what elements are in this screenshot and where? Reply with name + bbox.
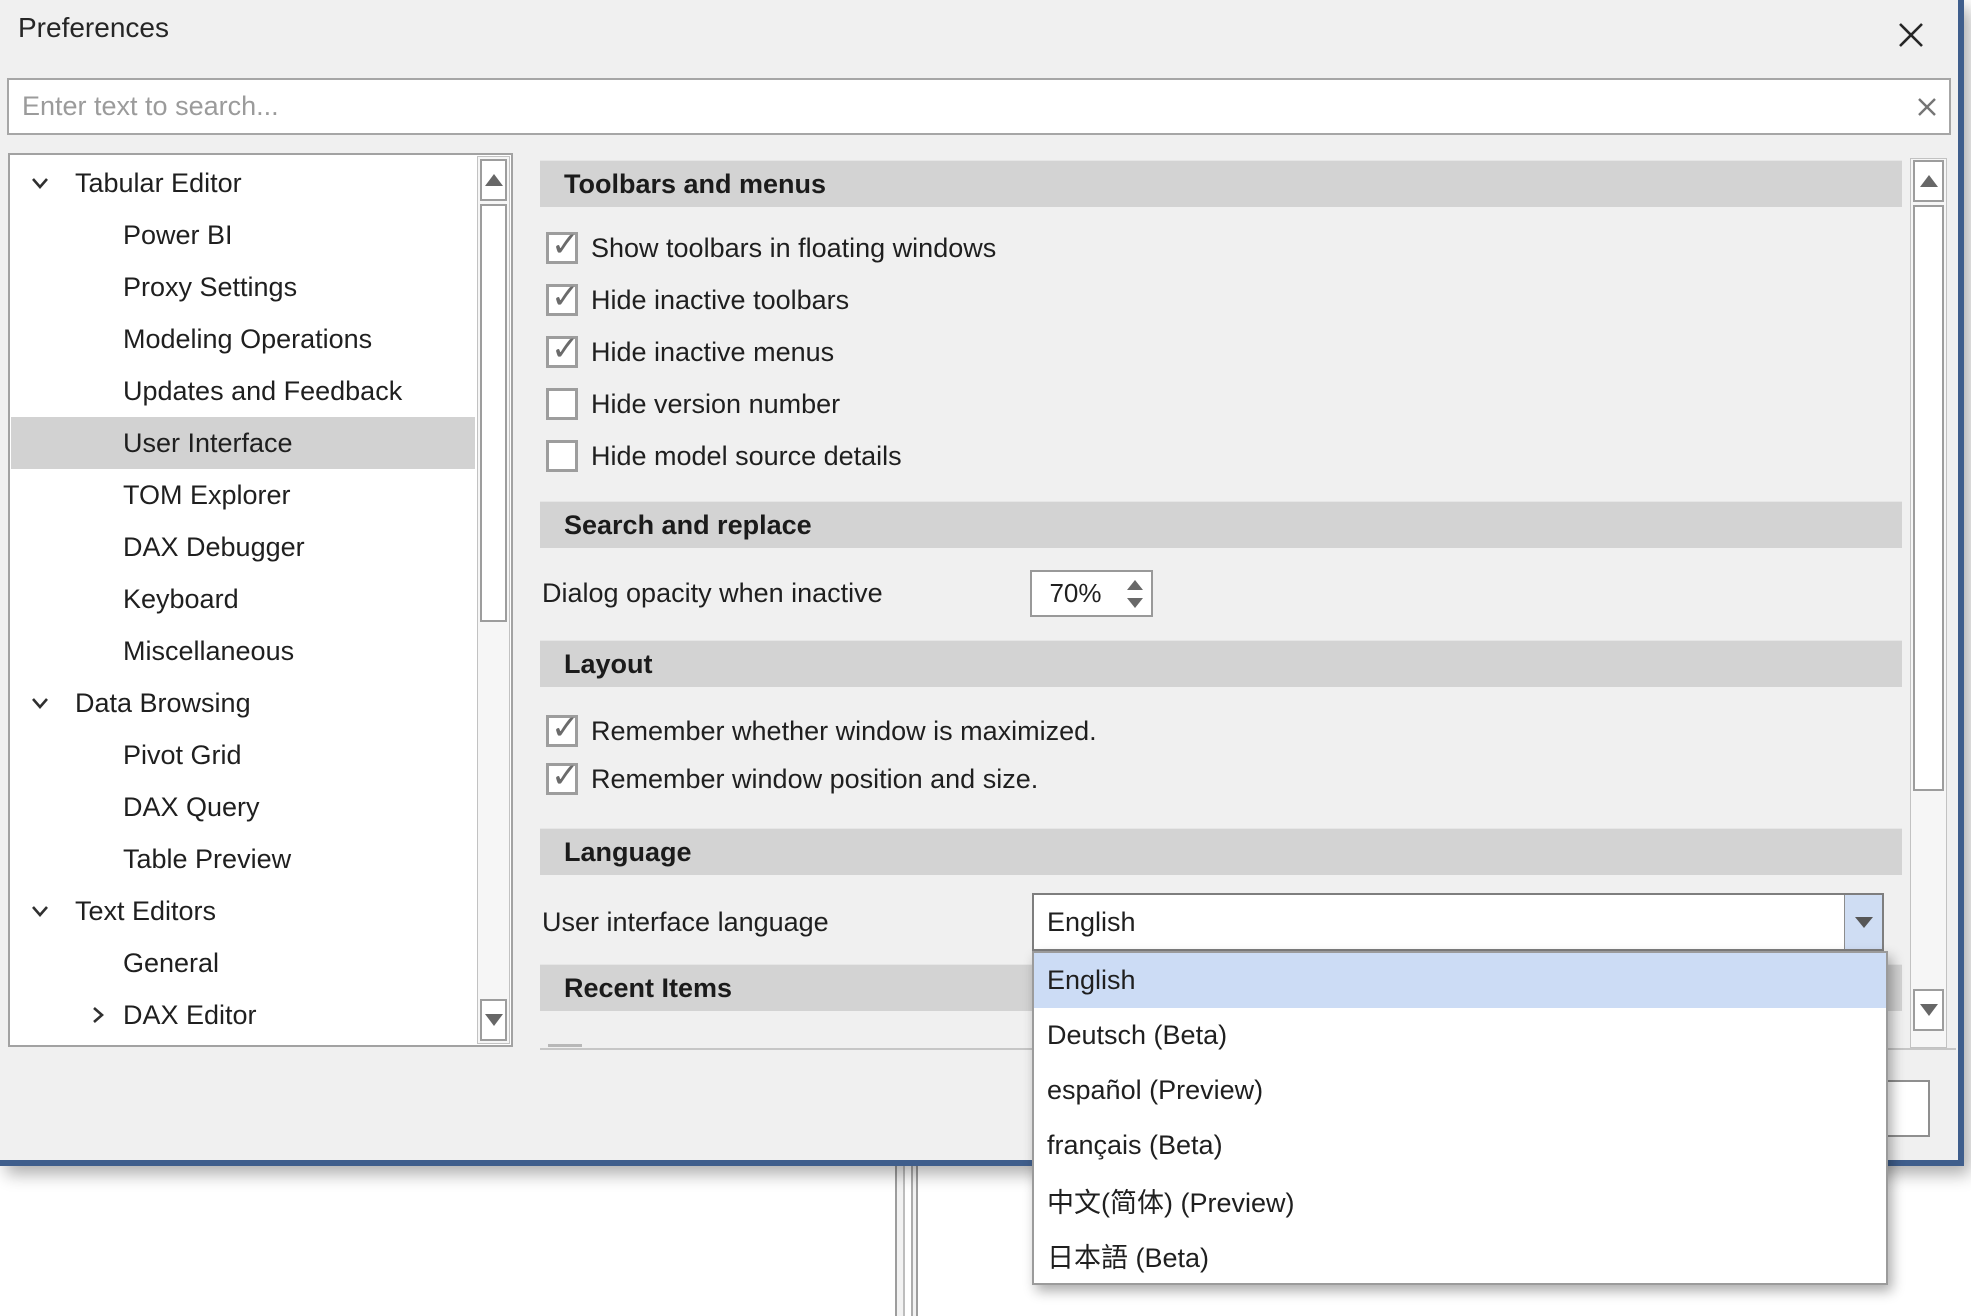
- settings-panel: Toolbars and menus Show toolbars in floa…: [540, 158, 1902, 1048]
- search-placeholder: Enter text to search...: [9, 91, 1905, 122]
- triangle-down-icon: [1920, 1004, 1938, 1016]
- scroll-down-button[interactable]: [1913, 989, 1944, 1031]
- checkbox-hide-model-source-details[interactable]: Hide model source details: [546, 430, 902, 482]
- tree-item-text-editors[interactable]: Text Editors: [11, 885, 475, 937]
- spinner-up-icon[interactable]: [1127, 580, 1143, 590]
- dropdown-item-japanese[interactable]: 日本語 (Beta): [1034, 1228, 1886, 1283]
- checkbox-checked-icon[interactable]: [546, 763, 578, 795]
- section-header-language: Language: [540, 828, 1902, 875]
- tree-item-tom-explorer[interactable]: TOM Explorer: [11, 469, 475, 521]
- ui-language-label: User interface language: [542, 893, 829, 951]
- scroll-up-button[interactable]: [1913, 160, 1944, 202]
- dropdown-item-francais[interactable]: français (Beta): [1034, 1118, 1886, 1173]
- tree-item-dax-editor[interactable]: DAX Editor: [11, 989, 475, 1041]
- tree-item-pivot-grid[interactable]: Pivot Grid: [11, 729, 475, 781]
- page-title: Preferences: [18, 12, 169, 44]
- checkbox-checked-icon[interactable]: [546, 284, 578, 316]
- search-input[interactable]: Enter text to search...: [7, 78, 1951, 135]
- settings-tree: Tabular Editor Power BI Proxy Settings M…: [8, 153, 513, 1047]
- tree-item-general[interactable]: General: [11, 937, 475, 989]
- language-combobox[interactable]: English: [1032, 893, 1884, 951]
- section-header-toolbars-and-menus: Toolbars and menus: [540, 160, 1902, 207]
- chevron-right-icon[interactable]: [85, 1002, 111, 1028]
- opacity-spinner[interactable]: 70%: [1030, 570, 1153, 617]
- checkbox-show-toolbars-floating[interactable]: Show toolbars in floating windows: [546, 222, 996, 274]
- dropdown-item-english[interactable]: English: [1034, 953, 1886, 1008]
- checkbox-checked-icon[interactable]: [546, 715, 578, 747]
- scroll-down-button[interactable]: [480, 999, 507, 1041]
- checkbox-unchecked-icon[interactable]: [546, 388, 578, 420]
- checkbox-remember-position-size[interactable]: Remember window position and size.: [546, 753, 1038, 805]
- triangle-up-icon: [485, 174, 503, 186]
- tree-scrollbar[interactable]: [477, 156, 510, 1044]
- triangle-down-icon: [1855, 917, 1873, 928]
- tree-item-dax-debugger[interactable]: DAX Debugger: [11, 521, 475, 573]
- screen: Preferences Enter text to search...: [0, 0, 1971, 1316]
- scroll-thumb[interactable]: [1913, 205, 1944, 791]
- chevron-down-icon[interactable]: [27, 170, 53, 196]
- scroll-thumb[interactable]: [480, 204, 507, 622]
- language-combobox-value: English: [1034, 895, 1844, 949]
- checkbox-remember-maximized[interactable]: Remember whether window is maximized.: [546, 705, 1097, 757]
- checkbox-checked-icon[interactable]: [546, 232, 578, 264]
- opacity-label: Dialog opacity when inactive: [542, 570, 883, 617]
- opacity-value: 70%: [1032, 572, 1119, 615]
- tree-item-proxy-settings[interactable]: Proxy Settings: [11, 261, 475, 313]
- background-window-edge: [895, 1166, 905, 1316]
- section-header-search-and-replace: Search and replace: [540, 501, 1902, 548]
- chevron-down-icon[interactable]: [27, 898, 53, 924]
- scroll-up-button[interactable]: [480, 159, 507, 201]
- chevron-down-icon[interactable]: [27, 690, 53, 716]
- tree-item-keyboard[interactable]: Keyboard: [11, 573, 475, 625]
- triangle-down-icon: [485, 1014, 503, 1026]
- tree-item-dax-query[interactable]: DAX Query: [11, 781, 475, 833]
- panel-scrollbar[interactable]: [1910, 158, 1947, 1048]
- language-dropdown: English Deutsch (Beta) español (Preview)…: [1032, 951, 1888, 1285]
- close-button[interactable]: [1888, 12, 1934, 58]
- clear-search-icon[interactable]: [1905, 85, 1949, 129]
- combobox-dropdown-button[interactable]: [1844, 895, 1882, 949]
- section-header-layout: Layout: [540, 640, 1902, 687]
- dropdown-item-chinese[interactable]: 中文(简体) (Preview): [1034, 1173, 1886, 1228]
- tree-item-power-bi[interactable]: Power BI: [11, 209, 475, 261]
- tree-item-user-interface[interactable]: User Interface: [11, 417, 475, 469]
- checkbox-hide-inactive-toolbars[interactable]: Hide inactive toolbars: [546, 274, 849, 326]
- checkbox-hide-inactive-menus[interactable]: Hide inactive menus: [546, 326, 834, 378]
- tree-item-table-preview[interactable]: Table Preview: [11, 833, 475, 885]
- background-window-edge: [911, 1166, 918, 1316]
- spinner-down-icon[interactable]: [1127, 598, 1143, 608]
- close-icon: [1895, 19, 1927, 51]
- tree-item-miscellaneous[interactable]: Miscellaneous: [11, 625, 475, 677]
- tree-item-data-browsing[interactable]: Data Browsing: [11, 677, 475, 729]
- tree-item-modeling-operations[interactable]: Modeling Operations: [11, 313, 475, 365]
- dropdown-item-espanol[interactable]: español (Preview): [1034, 1063, 1886, 1118]
- checkbox-hide-version-number[interactable]: Hide version number: [546, 378, 840, 430]
- checkbox-checked-icon[interactable]: [546, 336, 578, 368]
- triangle-up-icon: [1920, 175, 1938, 187]
- checkbox-unchecked-icon[interactable]: [546, 440, 578, 472]
- dropdown-item-deutsch[interactable]: Deutsch (Beta): [1034, 1008, 1886, 1063]
- tree-item-tabular-editor[interactable]: Tabular Editor: [11, 157, 475, 209]
- tree-item-updates-and-feedback[interactable]: Updates and Feedback: [11, 365, 475, 417]
